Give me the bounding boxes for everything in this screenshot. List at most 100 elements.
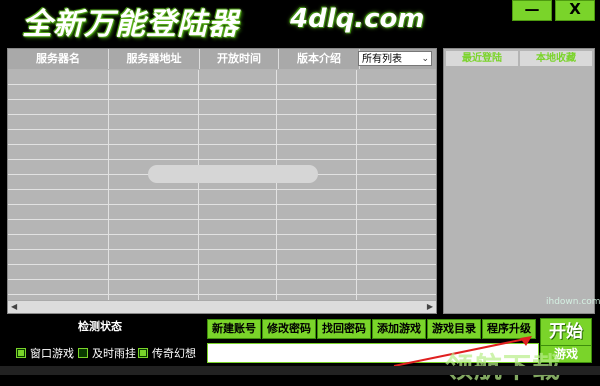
table-row[interactable] — [8, 145, 436, 160]
table-cell-divider — [198, 205, 199, 219]
column-version-info[interactable]: 版本介绍 — [279, 49, 360, 69]
table-cell-divider — [198, 250, 199, 264]
option-window-game[interactable]: 窗口游戏 — [16, 345, 74, 361]
table-cell-divider — [108, 190, 109, 204]
list-filter-value: 所有列表 — [362, 54, 402, 65]
option-timely-rain[interactable]: 及时雨挂 — [78, 345, 136, 361]
table-row[interactable] — [8, 280, 436, 295]
table-cell-divider — [276, 70, 277, 84]
new-account-button[interactable]: 新建账号 — [207, 319, 261, 339]
table-row[interactable] — [8, 250, 436, 265]
table-cell-divider — [108, 70, 109, 84]
table-cell-divider — [108, 220, 109, 234]
status-label: 检测状态 — [78, 320, 122, 333]
table-cell-divider — [108, 130, 109, 144]
table-row[interactable] — [8, 235, 436, 250]
table-cell-divider — [108, 115, 109, 129]
table-cell-divider — [108, 160, 109, 174]
table-cell-divider — [108, 205, 109, 219]
table-cell-divider — [276, 220, 277, 234]
table-cell-divider — [356, 85, 357, 99]
watermark-site: ihdown.com — [546, 297, 600, 307]
table-cell-divider — [356, 145, 357, 159]
scroll-right-icon[interactable]: ▶ — [427, 302, 433, 311]
table-cell-divider — [276, 280, 277, 294]
table-cell-divider — [108, 235, 109, 249]
table-cell-divider — [108, 100, 109, 114]
table-cell-divider — [276, 205, 277, 219]
checkbox-icon[interactable] — [16, 348, 26, 358]
table-cell-divider — [108, 280, 109, 294]
table-cell-divider — [276, 235, 277, 249]
table-cell-divider — [198, 145, 199, 159]
list-filter-select[interactable]: 所有列表 ⌄ — [358, 51, 432, 66]
option-label: 及时雨挂 — [92, 347, 136, 360]
table-cell-divider — [356, 70, 357, 84]
table-cell-divider — [198, 280, 199, 294]
table-cell-divider — [356, 115, 357, 129]
table-row[interactable] — [8, 265, 436, 280]
column-open-time[interactable]: 开放时间 — [200, 49, 279, 69]
scroll-left-icon[interactable]: ◀ — [11, 302, 17, 311]
table-row[interactable] — [8, 100, 436, 115]
horizontal-scrollbar[interactable]: ◀ ▶ — [8, 300, 436, 313]
checkbox-icon[interactable] — [138, 348, 148, 358]
table-cell-divider — [198, 220, 199, 234]
table-cell-divider — [356, 160, 357, 174]
table-cell-divider — [356, 280, 357, 294]
table-cell-divider — [276, 250, 277, 264]
table-cell-divider — [198, 235, 199, 249]
logo-text: 全新万能登陆器 — [22, 7, 239, 42]
table-row[interactable] — [8, 130, 436, 145]
side-panel: 最近登陆 本地收藏 — [443, 48, 595, 314]
logo-url: 4dlq.com — [290, 4, 425, 34]
table-cell-divider — [356, 205, 357, 219]
table-cell-divider — [198, 100, 199, 114]
table-cell-divider — [356, 175, 357, 189]
server-list-panel: 服务器名 服务器地址 开放时间 版本介绍 所有列表 ⌄ ◀ ▶ — [7, 48, 437, 314]
table-cell-divider — [276, 190, 277, 204]
table-row[interactable] — [8, 70, 436, 85]
table-cell-divider — [198, 190, 199, 204]
option-legend-fantasy[interactable]: 传奇幻想 — [138, 345, 196, 361]
table-cell-divider — [198, 70, 199, 84]
table-cell-divider — [198, 85, 199, 99]
checkbox-icon[interactable] — [78, 348, 88, 358]
table-cell-divider — [198, 130, 199, 144]
table-cell-divider — [108, 265, 109, 279]
tab-local-favorites[interactable]: 本地收藏 — [520, 51, 592, 66]
start-game-button[interactable]: 开始 — [540, 318, 592, 346]
recover-password-button[interactable]: 找回密码 — [317, 319, 371, 339]
table-row[interactable] — [8, 220, 436, 235]
table-row[interactable] — [8, 85, 436, 100]
table-cell-divider — [356, 100, 357, 114]
change-password-button[interactable]: 修改密码 — [262, 319, 316, 339]
option-label: 传奇幻想 — [152, 347, 196, 360]
table-cell-divider — [356, 265, 357, 279]
table-cell-divider — [276, 100, 277, 114]
table-cell-divider — [356, 190, 357, 204]
table-cell-divider — [356, 235, 357, 249]
close-button[interactable]: X — [555, 0, 595, 21]
table-cell-divider — [198, 115, 199, 129]
table-row[interactable] — [8, 115, 436, 130]
chevron-down-icon: ⌄ — [421, 54, 429, 64]
table-cell-divider — [276, 265, 277, 279]
table-cell-divider — [276, 130, 277, 144]
table-cell-divider — [276, 115, 277, 129]
table-cell-divider — [276, 85, 277, 99]
option-label: 窗口游戏 — [30, 347, 74, 360]
table-cell-divider — [356, 220, 357, 234]
table-row[interactable] — [8, 205, 436, 220]
column-server-address[interactable]: 服务器地址 — [109, 49, 200, 69]
tab-recent-login[interactable]: 最近登陆 — [446, 51, 518, 66]
table-cell-divider — [276, 145, 277, 159]
table-cell-divider — [108, 175, 109, 189]
table-cell-divider — [356, 250, 357, 264]
column-server-name[interactable]: 服务器名 — [8, 49, 109, 69]
minimize-button[interactable]: — — [512, 0, 552, 21]
table-cell-divider — [108, 85, 109, 99]
loading-indicator — [148, 165, 318, 183]
app-logo: 全新万能登陆器 — [22, 2, 239, 42]
table-row[interactable] — [8, 190, 436, 205]
